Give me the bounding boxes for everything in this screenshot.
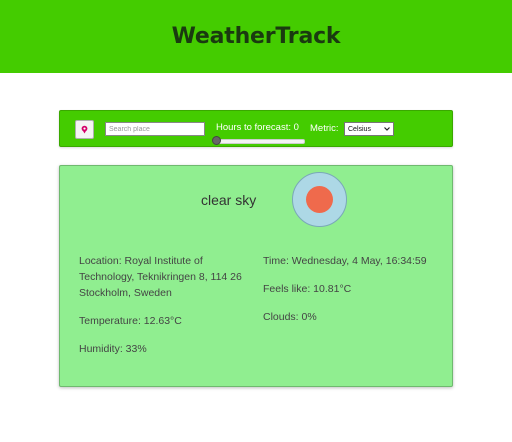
- location-pin-icon: [81, 125, 88, 134]
- feels-like-text: Feels like: 10.81°C: [263, 283, 352, 295]
- hours-to-forecast-label: Hours to forecast: 0: [216, 122, 299, 133]
- metric-label: Metric:: [310, 123, 339, 134]
- weather-card: clear sky Location: Royal Institute of T…: [59, 165, 453, 387]
- humidity-text: Humidity: 33%: [79, 343, 147, 355]
- temperature-text: Temperature: 12.63°C: [79, 315, 182, 327]
- weather-description: clear sky: [201, 192, 257, 208]
- clouds-text: Clouds: 0%: [263, 311, 317, 323]
- time-text: Time: Wednesday, 4 May, 16:34:59: [263, 255, 427, 267]
- hours-slider[interactable]: [212, 136, 305, 145]
- locate-button[interactable]: [75, 120, 94, 139]
- chevron-down-icon: [384, 127, 390, 131]
- hours-value: 0: [293, 122, 299, 133]
- search-toolbar: Hours to forecast: 0 Metric: Celsius: [59, 110, 453, 147]
- location-text: Location: Royal Institute of Technology,…: [79, 255, 242, 299]
- app-header: WeatherTrack: [0, 0, 512, 73]
- slider-thumb[interactable]: [212, 136, 221, 145]
- search-input[interactable]: [105, 122, 205, 136]
- slider-track: [213, 138, 305, 144]
- sun-icon: [306, 186, 333, 213]
- hours-label-text: Hours to forecast:: [216, 122, 291, 133]
- metric-selected-value: Celsius: [348, 125, 371, 133]
- metric-select[interactable]: Celsius: [344, 122, 394, 136]
- app-title: WeatherTrack: [171, 24, 341, 49]
- weather-icon-container: [292, 172, 347, 227]
